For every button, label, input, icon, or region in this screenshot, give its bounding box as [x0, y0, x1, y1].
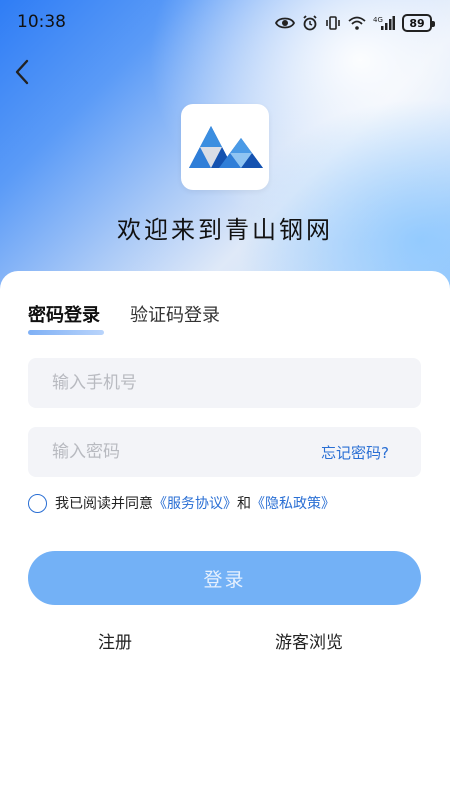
status-bar: 10:38 4G 89: [0, 0, 450, 46]
login-card: 密码登录 验证码登录 忘记密码? 我已阅读并同意 《服务协议》 和 《隐私政策》…: [0, 271, 450, 800]
app-logo: [181, 104, 269, 190]
privacy-policy-link[interactable]: 《隐私政策》: [251, 493, 335, 513]
signal-4g-icon: 4G: [373, 15, 395, 31]
wifi-icon: [348, 16, 366, 30]
tab-label: 密码登录: [28, 305, 100, 326]
phone-input[interactable]: [52, 373, 397, 393]
login-tabs: 密码登录 验证码登录: [28, 301, 220, 335]
vibrate-icon: [325, 15, 341, 31]
welcome-title: 欢迎来到青山钢网: [117, 216, 333, 244]
agreement-checkbox[interactable]: [28, 493, 47, 513]
alarm-icon: [302, 15, 318, 31]
status-time: 10:38: [17, 12, 66, 32]
register-link[interactable]: 注册: [98, 628, 132, 653]
back-button[interactable]: [8, 56, 36, 88]
agreement-and: 和: [237, 496, 251, 512]
guest-browse-link[interactable]: 游客浏览: [275, 628, 343, 653]
password-field: 忘记密码?: [28, 427, 421, 477]
battery-icon: 89: [402, 14, 435, 32]
tab-label: 验证码登录: [130, 305, 220, 326]
chevron-left-icon: [15, 59, 29, 85]
tab-code-login[interactable]: 验证码登录: [130, 301, 220, 331]
mountain-logo-icon: [189, 126, 263, 168]
header-background: 10:38 4G 89 欢迎来到青山钢网: [0, 0, 450, 300]
svg-text:4G: 4G: [373, 16, 383, 24]
tab-active-indicator: [28, 330, 104, 335]
agreement-row: 我已阅读并同意 《服务协议》 和 《隐私政策》: [28, 493, 335, 513]
forgot-password-link[interactable]: 忘记密码?: [321, 442, 389, 463]
agreement-prefix: 我已阅读并同意: [55, 496, 153, 512]
login-button[interactable]: 登录: [28, 551, 421, 605]
eye-icon: [275, 16, 295, 30]
tab-password-login[interactable]: 密码登录: [28, 301, 104, 335]
status-icons: 4G 89: [275, 12, 435, 34]
phone-field: [28, 358, 421, 408]
service-agreement-link[interactable]: 《服务协议》: [153, 493, 237, 513]
